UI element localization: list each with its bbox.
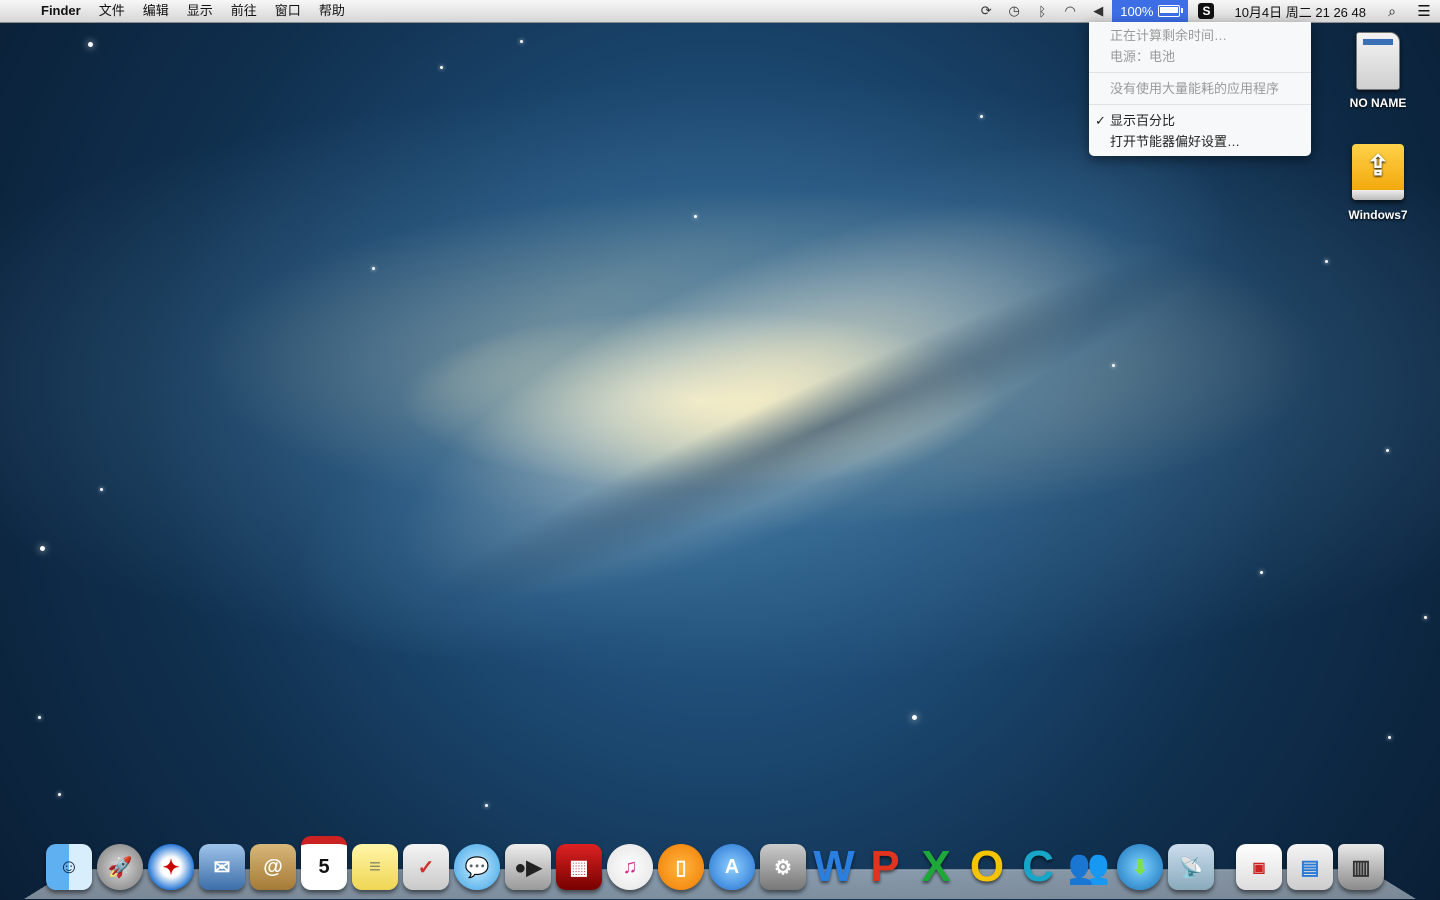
finder-icon[interactable]: ☺ bbox=[46, 844, 92, 890]
sync-icon[interactable]: ⟳ bbox=[972, 0, 1000, 22]
checkmark-icon: ✓ bbox=[1095, 113, 1106, 128]
star bbox=[485, 804, 488, 807]
notification-center-icon[interactable]: ☰ bbox=[1408, 2, 1440, 20]
download-globe-icon[interactable]: ⬇ bbox=[1117, 844, 1163, 890]
menu-item-show-percentage[interactable]: ✓ 显示百分比 bbox=[1089, 110, 1311, 131]
menu-edit[interactable]: 编辑 bbox=[134, 0, 178, 22]
winclone-icon[interactable]: ▣ bbox=[1236, 844, 1282, 890]
network-icon[interactable]: 📡 bbox=[1168, 844, 1214, 890]
messages-icon[interactable]: 💬 bbox=[454, 844, 500, 890]
menu-bar: Finder 文件 编辑 显示 前往 窗口 帮助 ⟳ ◷ ᛒ ◠ ◀ 100% … bbox=[0, 0, 1440, 23]
star bbox=[372, 267, 375, 270]
menu-window[interactable]: 窗口 bbox=[266, 0, 310, 22]
volume-icon[interactable]: ◀ bbox=[1084, 0, 1112, 22]
outlook-icon[interactable]: O bbox=[964, 842, 1010, 891]
time-machine-icon[interactable]: ◷ bbox=[1000, 0, 1028, 22]
calendar-icon[interactable]: 5 bbox=[301, 836, 347, 890]
trash-icon[interactable]: ▥ bbox=[1338, 844, 1384, 890]
word-icon[interactable]: W bbox=[811, 842, 857, 891]
spotlight-search-icon[interactable]: ⌕ bbox=[1376, 3, 1408, 20]
star bbox=[694, 215, 697, 218]
powerpoint-icon[interactable]: P bbox=[862, 842, 908, 891]
reminders-icon[interactable]: ✓ bbox=[403, 844, 449, 890]
menu-view[interactable]: 显示 bbox=[178, 0, 222, 22]
star bbox=[980, 115, 983, 118]
wifi-icon[interactable]: ◠ bbox=[1056, 0, 1084, 22]
star bbox=[440, 66, 443, 69]
system-preferences-icon[interactable]: ⚙ bbox=[760, 844, 806, 890]
photo-booth-icon[interactable]: ▦ bbox=[556, 844, 602, 890]
ibooks-icon[interactable]: ▯ bbox=[658, 844, 704, 890]
usb-drive-icon: ⇪ bbox=[1352, 144, 1404, 200]
battery-power-source: 电源：电池 bbox=[1110, 49, 1176, 64]
safari-icon[interactable]: ✦ bbox=[148, 844, 194, 890]
launchpad-icon[interactable]: 🚀 bbox=[97, 844, 143, 890]
desktop-icon-windows7[interactable]: ⇪ Windows7 bbox=[1333, 144, 1423, 222]
star bbox=[1260, 571, 1263, 574]
battery-icon bbox=[1158, 5, 1184, 17]
menu-clock[interactable]: 10月4日 周二 21 26 48 bbox=[1224, 2, 1376, 21]
calendar-day: 5 bbox=[318, 855, 330, 878]
menu-help[interactable]: 帮助 bbox=[310, 0, 354, 22]
bluetooth-icon[interactable]: ᛒ bbox=[1028, 0, 1056, 22]
battery-time-remaining: 正在计算剩余时间… bbox=[1110, 28, 1228, 43]
itunes-icon[interactable]: ♫ bbox=[607, 844, 653, 890]
facetime-icon[interactable]: ●▶ bbox=[505, 844, 551, 890]
contacts-icon[interactable]: @ bbox=[250, 844, 296, 890]
desktop-icon-label: NO NAME bbox=[1349, 96, 1407, 110]
input-method-icon[interactable]: S bbox=[1198, 3, 1215, 19]
star bbox=[40, 546, 45, 551]
menu-separator bbox=[1089, 72, 1311, 73]
battery-status-button[interactable]: 100% bbox=[1112, 0, 1189, 22]
energy-apps-info: 没有使用大量能耗的应用程序 bbox=[1110, 81, 1280, 96]
desktop-icon-no-name[interactable]: NO NAME bbox=[1333, 32, 1423, 110]
battery-fill bbox=[1160, 7, 1179, 13]
apple-menu-icon[interactable] bbox=[0, 0, 32, 22]
star bbox=[1112, 364, 1115, 367]
star bbox=[520, 40, 523, 43]
sd-card-icon bbox=[1356, 32, 1400, 90]
menu-file[interactable]: 文件 bbox=[90, 0, 134, 22]
app-menu-finder[interactable]: Finder bbox=[32, 0, 90, 22]
star bbox=[88, 42, 93, 47]
notes-icon[interactable]: ≡ bbox=[352, 844, 398, 890]
star bbox=[1325, 260, 1328, 263]
star bbox=[1424, 616, 1427, 619]
menu-separator bbox=[1089, 104, 1311, 105]
menu-item-energy-prefs[interactable]: 打开节能器偏好设置… bbox=[1089, 131, 1311, 152]
star bbox=[38, 716, 41, 719]
dock: ☺ 🚀 ✦ ✉ @ 5 ≡ ✓ 💬 ●▶ ▦ ♫ ▯ A ⚙ W P X O C… bbox=[46, 836, 1384, 891]
battery-menu: 正在计算剩余时间… 电源：电池 没有使用大量能耗的应用程序 ✓ 显示百分比 打开… bbox=[1089, 22, 1311, 156]
menu-go[interactable]: 前往 bbox=[222, 0, 266, 22]
star bbox=[912, 715, 917, 720]
star bbox=[100, 488, 103, 491]
lync-icon[interactable]: 👥 bbox=[1066, 844, 1112, 890]
mail-icon[interactable]: ✉ bbox=[199, 844, 245, 890]
star bbox=[1386, 449, 1389, 452]
preview-icon[interactable]: ▤ bbox=[1287, 844, 1333, 890]
app-store-icon[interactable]: A bbox=[709, 844, 755, 890]
battery-percent: 100% bbox=[1120, 3, 1154, 19]
star bbox=[58, 793, 61, 796]
desktop-icon-label: Windows7 bbox=[1348, 208, 1408, 222]
excel-icon[interactable]: X bbox=[913, 842, 959, 891]
communicator-icon[interactable]: C bbox=[1015, 842, 1061, 891]
star bbox=[1388, 736, 1391, 739]
menu-item-label: 显示百分比 bbox=[1110, 113, 1176, 128]
